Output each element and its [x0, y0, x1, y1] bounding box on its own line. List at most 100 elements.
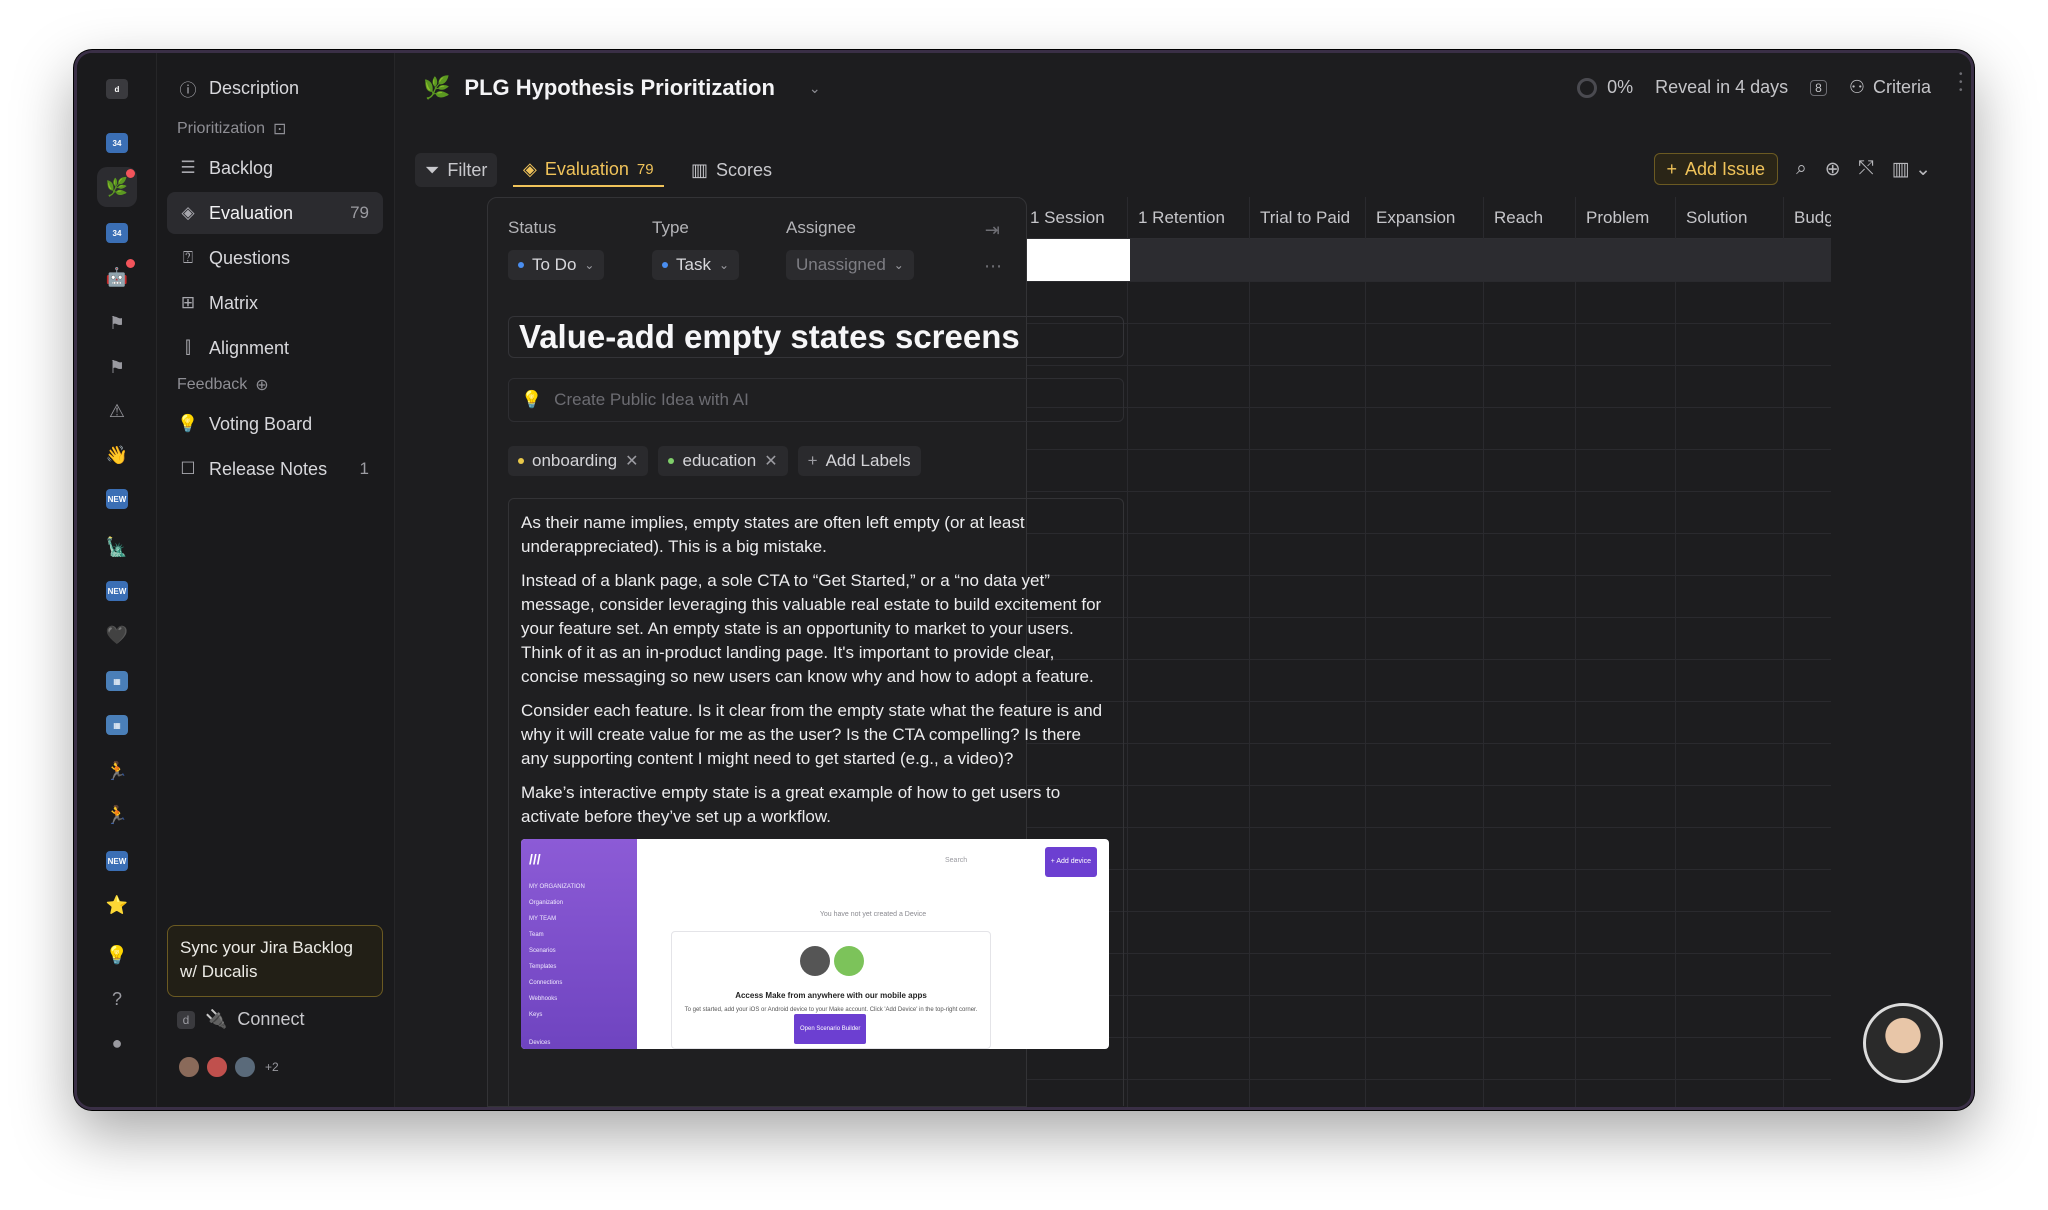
more-options-icon[interactable]: ⋯ [984, 256, 1002, 277]
app-window: d 34 🌿 34 🤖 ⚑ ⚑ ⚠ 👋 NEW 🗽 NEW 🖤 ▦ ▦ 🏃 🏃 NEW ⭐ 💡? ● ⓘ Descrip… [74, 50, 1974, 1110]
type-select[interactable]: Task ⌄ [652, 250, 740, 280]
rail-item[interactable]: ⚠ [97, 391, 137, 431]
video-avatar-bubble[interactable] [1863, 1003, 1943, 1083]
table-row[interactable] [1020, 239, 1831, 281]
toolbar-actions: + Add Issue ⌕ ⊕ ⤲ ▥ ⌄ [1653, 153, 1931, 185]
warning-icon: ⚠ [108, 401, 126, 421]
filter-button[interactable]: ⏷ Filter [415, 153, 498, 187]
rail-item[interactable]: ▦ [97, 661, 137, 701]
rail-item[interactable]: ? [97, 979, 137, 1019]
rail-item[interactable]: 🗽 [97, 527, 137, 567]
rail-item[interactable]: 💡 [97, 935, 137, 975]
new-badge-icon: NEW [106, 851, 128, 871]
column-divider [1483, 239, 1484, 1107]
sidebar-item-matrix[interactable]: ⊞ Matrix [167, 282, 383, 324]
rail-item[interactable]: NEW [97, 571, 137, 611]
column-header[interactable]: Solution [1676, 197, 1784, 239]
collapse-panel-icon[interactable]: ⇥ [985, 220, 1000, 241]
column-header[interactable]: Expansion [1366, 197, 1484, 239]
reveal-countdown[interactable]: Reveal in 4 days [1655, 77, 1788, 98]
filter-icon: ⏷ [425, 159, 440, 180]
type-value: Task [676, 255, 711, 274]
issue-title-field[interactable]: Value-add empty states screens [508, 316, 1124, 358]
keyboard-shortcut-icon[interactable]: 8 [1810, 79, 1827, 96]
add-labels-button[interactable]: + Add Labels [797, 446, 921, 476]
criteria-icon: ⚇ [1848, 77, 1865, 97]
section-label: Prioritization [177, 120, 266, 137]
rail-item[interactable]: 👋 [97, 435, 137, 475]
column-header[interactable]: Trial to Paid [1250, 197, 1366, 239]
plus-icon: + [1666, 158, 1678, 179]
window-drag-handle[interactable]: • • • [1959, 70, 1965, 97]
type-label: Type [652, 218, 689, 237]
apple-icon [800, 946, 830, 976]
crosshair-icon[interactable]: ⊕ [1825, 158, 1841, 181]
criteria-button[interactable]: ⚇ Criteria [1849, 77, 1931, 98]
type-dot [662, 262, 668, 268]
rail-item[interactable]: 🤖 [97, 257, 137, 297]
rail-item[interactable]: 🌿 [97, 167, 137, 207]
rail-item[interactable]: 34 [97, 213, 137, 253]
sidebar-item-release-notes[interactable]: ☐ Release Notes 1 [167, 448, 383, 490]
column-header[interactable]: 1 Retention [1128, 197, 1250, 239]
selected-cell[interactable] [1022, 239, 1130, 281]
voting-progress[interactable]: 0% [1577, 77, 1633, 98]
rail-item[interactable]: 🖤 [97, 615, 137, 655]
section-feedback: Feedback ⊕ [177, 375, 269, 395]
shuffle-icon[interactable]: ⤲ [1859, 158, 1874, 180]
column-header[interactable]: Problem [1576, 197, 1676, 239]
progress-ring-icon [1577, 77, 1598, 98]
search-icon[interactable]: ⌕ [1796, 158, 1807, 180]
columns-icon[interactable]: ▥ ⌄ [1892, 158, 1931, 181]
add-issue-button[interactable]: + Add Issue [1653, 153, 1779, 185]
rail-item[interactable]: ● [97, 1023, 137, 1063]
rail-item[interactable]: 🏃 [97, 795, 137, 835]
connect-button[interactable]: d 🔌 Connect [177, 1009, 304, 1030]
column-divider [1365, 239, 1366, 1107]
sidebar-item-evaluation[interactable]: ◈ Evaluation 79 [167, 192, 383, 234]
assignee-select[interactable]: Unassigned ⌄ [786, 250, 914, 280]
rail-item[interactable]: NEW [97, 479, 137, 519]
screenshot-sidebar: /// MY ORGANIZATION Organization MY TEAM… [521, 839, 637, 1049]
label-chip-education[interactable]: education ✕ [658, 446, 788, 476]
rail-item[interactable]: ⚑ [97, 347, 137, 387]
rail-item[interactable]: ⚑ [97, 303, 137, 343]
close-icon[interactable]: ✕ [764, 451, 777, 471]
label-chip-onboarding[interactable]: onboarding ✕ [508, 446, 649, 476]
rail-item[interactable]: 🏃 [97, 751, 137, 791]
sidebar-item-questions[interactable]: ⍰ Questions [167, 237, 383, 279]
sidebar-item-label: Voting Board [209, 413, 313, 434]
nav-icon: ☐ [180, 459, 196, 478]
scores-icon: ▥ [691, 159, 709, 180]
sidebar-item-voting-board[interactable]: 💡 Voting Board [167, 403, 383, 445]
tab-scores[interactable]: ▥ Scores [681, 153, 782, 187]
rail-item[interactable]: d [97, 69, 137, 109]
lock-open-icon[interactable]: ⊡ [273, 119, 286, 139]
column-header[interactable]: Reach [1484, 197, 1576, 239]
sidebar-item-alignment[interactable]: ⫿ Alignment [167, 327, 383, 369]
flag-icon: ⚑ [108, 313, 126, 333]
column-header[interactable]: 1 Session [1020, 197, 1128, 239]
new-badge-icon: NEW [106, 489, 128, 509]
sidebar-item-label: Questions [209, 247, 291, 268]
rail-item[interactable]: 34 [97, 123, 137, 163]
globe-icon[interactable]: ⊕ [255, 375, 268, 395]
issue-description[interactable]: As their name implies, empty states are … [508, 498, 1124, 1106]
sidebar-item-backlog[interactable]: ☰ Backlog [167, 147, 383, 189]
jira-sync-promo[interactable]: Sync your Jira Backlog w/ Ducalis [167, 925, 383, 997]
chevron-down-icon[interactable]: ⌄ [809, 80, 821, 97]
team-avatars[interactable]: +2 [177, 1055, 279, 1079]
status-select[interactable]: To Do ⌄ [508, 250, 605, 280]
tab-evaluation[interactable]: ◈ Evaluation 79 [513, 153, 664, 187]
rail-item[interactable]: ⭐ [97, 885, 137, 925]
description-paragraph: Consider each feature. Is it clear from … [521, 701, 1103, 768]
rail-item[interactable]: NEW [97, 841, 137, 881]
board-title[interactable]: 🌿 PLG Hypothesis Prioritization ⌄ [423, 75, 821, 101]
close-icon[interactable]: ✕ [625, 451, 638, 471]
sidebar-item-description[interactable]: ⓘ Description [167, 67, 383, 109]
sidebar-item-label: Backlog [209, 157, 274, 178]
column-header[interactable]: Budg [1784, 197, 1831, 239]
rail-item[interactable]: ▦ [97, 705, 137, 745]
public-idea-input[interactable]: 💡 Create Public Idea with AI [508, 378, 1124, 422]
page-title: PLG Hypothesis Prioritization [464, 75, 775, 100]
